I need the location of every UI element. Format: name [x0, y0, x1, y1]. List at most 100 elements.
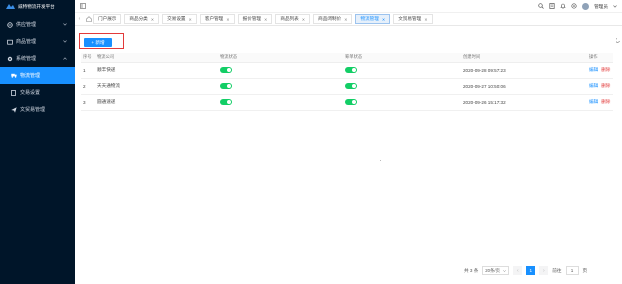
sidebar-item-supply[interactable]: 供应管理: [0, 16, 75, 33]
tab-product-list[interactable]: 商品列表 ✕: [275, 14, 311, 24]
next-page-button[interactable]: ›: [539, 266, 549, 275]
edit-link[interactable]: 编辑: [589, 83, 598, 88]
tab-label: 物流管理: [360, 16, 379, 21]
chevron-down-icon[interactable]: [613, 4, 617, 10]
sidebar: 威特物流开发平台 供应管理 商品管理 系统管理 物流管理 交易设置 文贸易管理: [0, 0, 75, 284]
logistics-status-toggle[interactable]: [220, 83, 232, 89]
sidebar-item-system[interactable]: 系统管理: [0, 50, 75, 67]
sidebar-item-trade-settings[interactable]: 交易设置: [0, 84, 75, 101]
menu-toggle-icon[interactable]: [80, 3, 86, 11]
order-status-toggle[interactable]: [345, 67, 357, 73]
header-actions: 管理员: [538, 0, 622, 13]
tab-quote[interactable]: 报价管理 ✕: [237, 14, 273, 24]
goto-page-input[interactable]: 1: [565, 266, 579, 275]
close-icon[interactable]: ✕: [344, 17, 347, 22]
logo-icon: [6, 4, 15, 9]
edit-link[interactable]: 编辑: [589, 99, 598, 104]
col-order-status: 筹单状态: [345, 53, 463, 63]
table-row: 2 天天通物流 2020-09-27 10:50:06 编辑 删除: [81, 78, 613, 95]
col-created-time: 创建时间: [463, 53, 589, 63]
sidebar-item-label: 供应管理: [16, 22, 37, 28]
created-time: 2020-09-28 09:57:23: [463, 62, 589, 79]
logo-text: 威特物流开发平台: [18, 3, 55, 9]
tab-scroll-left-icon[interactable]: ‹: [75, 16, 84, 22]
sidebar-item-label: 商品管理: [16, 39, 37, 45]
row-index: 3: [81, 94, 97, 111]
table-row: 1 顺丰快递 2020-09-28 09:57:23 编辑 删除: [81, 62, 613, 79]
doc-icon: [10, 89, 17, 96]
close-icon[interactable]: ✕: [424, 17, 427, 22]
chevron-down-icon: [63, 39, 67, 45]
logistics-status-toggle[interactable]: [220, 67, 232, 73]
user-name[interactable]: 管理员: [594, 4, 608, 10]
tab-product-category[interactable]: 商品分类 ✕: [124, 14, 160, 24]
tab-label: 交易设置: [167, 16, 186, 21]
document-icon[interactable]: [549, 2, 555, 11]
close-icon[interactable]: ✕: [189, 17, 192, 22]
tab-bar: ‹ 门户展示 商品分类 ✕ 交易设置 ✕ 客户管理 ✕ 报价管理 ✕ 商品列表 ✕ 商品闭…: [75, 13, 622, 26]
created-time: 2020-09-27 10:50:06: [463, 78, 589, 95]
tab-portal[interactable]: 门户展示: [93, 14, 122, 24]
close-icon[interactable]: ✕: [302, 17, 305, 22]
goto-label: 前往: [552, 267, 562, 273]
tab-trade-docs[interactable]: 文贸易管理 ✕: [393, 14, 433, 24]
hand-icon: [6, 21, 13, 28]
row-index: 1: [81, 62, 97, 79]
sidebar-item-products[interactable]: 商品管理: [0, 33, 75, 50]
sidebar-item-trade-docs[interactable]: 文贸易管理: [0, 101, 75, 118]
col-index: 序号: [81, 53, 97, 63]
page-size-select[interactable]: 20条/页: [482, 266, 510, 275]
order-status-toggle[interactable]: [345, 99, 357, 105]
truck-icon: [10, 73, 17, 78]
tab-label: 客户管理: [204, 16, 224, 21]
gear-icon: [6, 56, 13, 62]
bell-icon[interactable]: [560, 3, 566, 11]
tab-customer[interactable]: 客户管理 ✕: [199, 14, 235, 24]
search-icon[interactable]: [538, 2, 544, 11]
add-button[interactable]: + 新增: [84, 38, 112, 47]
close-icon[interactable]: ✕: [226, 17, 229, 22]
shop-icon: [6, 39, 13, 45]
sidebar-item-logistics[interactable]: 物流管理: [0, 67, 75, 84]
page-size-value: 20条/页: [485, 267, 500, 273]
page-number-current[interactable]: 1: [526, 266, 536, 275]
delete-link[interactable]: 删除: [601, 67, 610, 72]
delete-link[interactable]: 删除: [601, 83, 610, 88]
tab-trade-settings[interactable]: 交易设置 ✕: [162, 14, 197, 24]
pagination: 共 3 条 20条/页 ‹ 1 › 前往 1 页: [464, 266, 587, 275]
logo: 威特物流开发平台: [0, 0, 75, 13]
logistics-table: 序号 物流公司 物流状态 筹单状态 创建时间 操作 1 顺丰快递 2020-09…: [81, 53, 613, 111]
main-content: + 新增 序号 物流公司 物流状态 筹单状态 创建时间 操作 1 顺丰快递 20…: [75, 26, 622, 284]
home-icon[interactable]: [84, 16, 93, 22]
sidebar-item-label: 物流管理: [20, 73, 41, 79]
refresh-icon[interactable]: [615, 38, 620, 45]
chevron-down-icon: [503, 268, 507, 273]
table-row: 3 圆通速递 2020-09-26 15:17:32 编辑 删除: [81, 94, 613, 111]
order-status-toggle[interactable]: [345, 83, 357, 89]
col-logistics-status: 物流状态: [220, 53, 345, 63]
chevron-down-icon: [63, 22, 67, 28]
edit-link[interactable]: 编辑: [589, 67, 598, 72]
col-company: 物流公司: [97, 53, 220, 63]
prev-page-button[interactable]: ‹: [513, 266, 523, 275]
close-icon[interactable]: ✕: [382, 17, 385, 22]
table-header: 序号 物流公司 物流状态 筹单状态 创建时间 操作: [81, 53, 613, 63]
delete-link[interactable]: 删除: [601, 99, 610, 104]
settings-icon[interactable]: [571, 2, 577, 11]
tab-product-price[interactable]: 商品闭制价 ✕: [313, 14, 353, 24]
avatar[interactable]: [582, 3, 590, 10]
highlight-box: + 新增: [79, 33, 124, 49]
sidebar-item-label: 系统管理: [16, 56, 37, 62]
total-count: 共 3 条: [464, 267, 479, 273]
sidebar-item-label: 文贸易管理: [20, 107, 46, 113]
created-time: 2020-09-26 15:17:32: [463, 94, 589, 111]
close-icon[interactable]: ✕: [151, 17, 154, 22]
sidebar-item-label: 交易设置: [20, 90, 41, 96]
company-name: 圆通速递: [97, 94, 220, 111]
tab-label: 商品闭制价: [318, 16, 342, 21]
logistics-status-toggle[interactable]: [220, 99, 232, 105]
row-index: 2: [81, 78, 97, 95]
tab-logistics[interactable]: 物流管理 ✕: [355, 14, 391, 24]
tab-label: 商品分类: [129, 16, 148, 21]
close-icon[interactable]: ✕: [264, 17, 267, 22]
